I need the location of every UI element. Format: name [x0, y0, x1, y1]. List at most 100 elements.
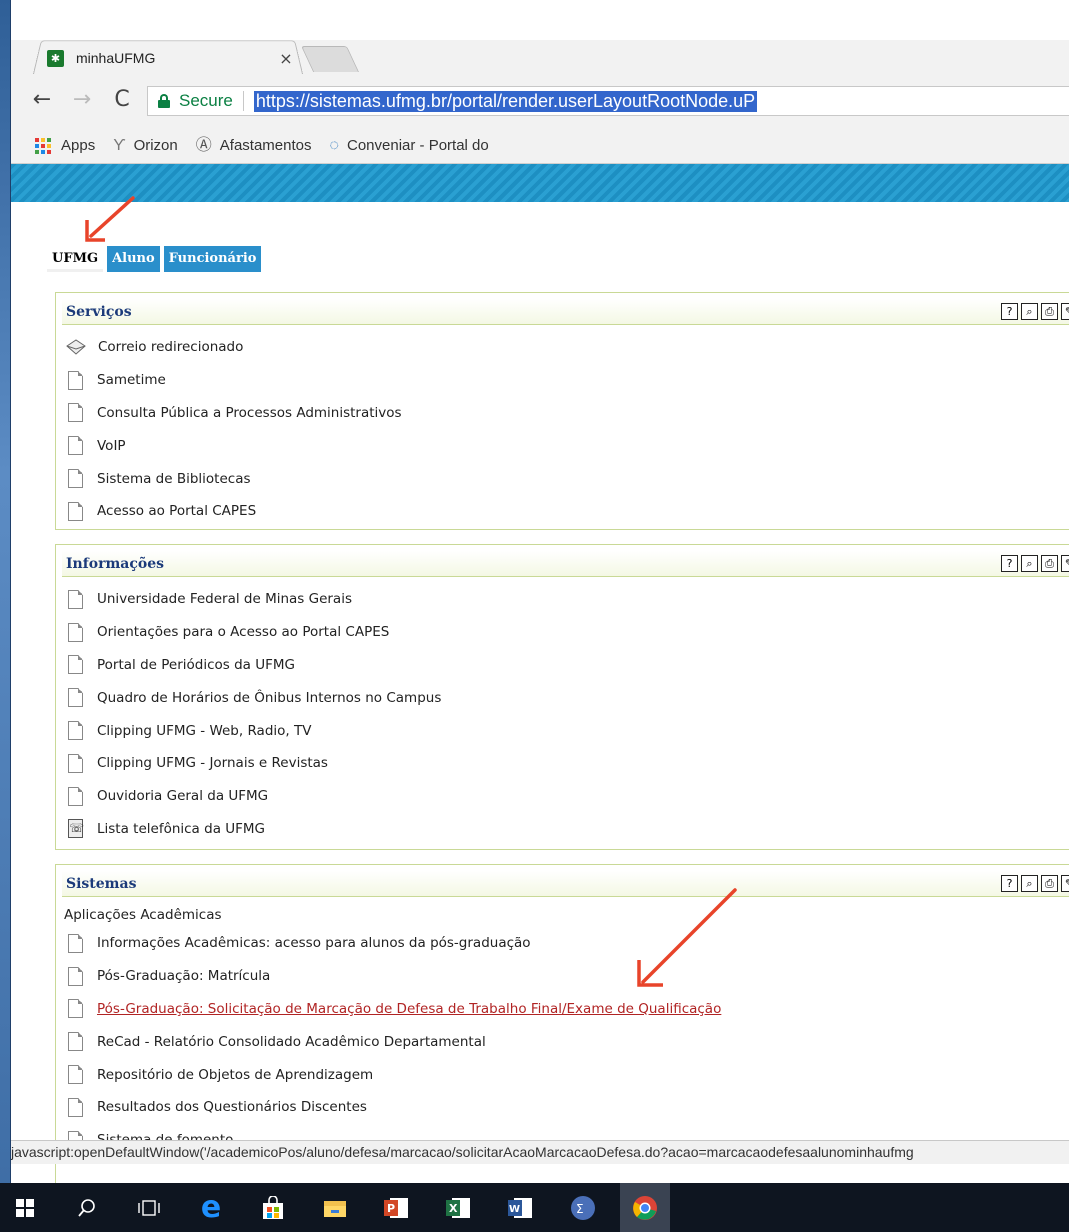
document-icon: [68, 501, 83, 521]
item-label: Consulta Pública a Processos Administrat…: [97, 404, 402, 421]
file-explorer-icon[interactable]: [310, 1183, 360, 1232]
list-item[interactable]: Informações Acadêmicas: acesso para alun…: [68, 927, 1069, 960]
portal-page: UFMG Aluno Funcionário Serviços ? ⌕ ⎙ ✎ …: [11, 164, 1069, 1183]
list-item[interactable]: Sistema de Bibliotecas: [68, 462, 1069, 495]
print-icon[interactable]: ⎙: [1041, 303, 1058, 320]
document-icon: [68, 999, 83, 1019]
channel-sistemas: Sistemas ? ⌕ ⎙ ✎ Aplicações Acadêmicas I…: [55, 864, 1069, 1183]
word-icon[interactable]: W: [496, 1183, 546, 1232]
powerpoint-icon[interactable]: P: [372, 1183, 422, 1232]
reload-icon[interactable]: C: [109, 86, 135, 114]
print-icon[interactable]: ⎙: [1041, 555, 1058, 572]
document-icon: [68, 966, 83, 986]
status-bar: javascript:openDefaultWindow('/academico…: [11, 1140, 1069, 1164]
item-label: Ouvidoria Geral da UFMG: [97, 788, 269, 805]
bookmark-label: Apps: [61, 137, 96, 154]
item-label: Clipping UFMG - Jornais e Revistas: [97, 755, 328, 772]
new-tab-button[interactable]: [300, 46, 360, 72]
item-label: Quadro de Horários de Ônibus Internos no…: [97, 689, 442, 706]
browser-tab[interactable]: ✱ minhaUFMG ×: [47, 44, 295, 72]
list-item[interactable]: Consulta Pública a Processos Administrat…: [68, 397, 1069, 430]
channel-list: Informações Acadêmicas: acesso para alun…: [56, 925, 1069, 1161]
bookmark-orizon[interactable]: ϒ Orizon: [113, 137, 178, 154]
document-icon: [68, 1032, 83, 1052]
svg-text:Σ: Σ: [576, 1202, 584, 1216]
channel-tools: ? ⌕ ⎙ ✎: [1001, 555, 1069, 572]
ufmg-favicon-icon: ✱: [47, 49, 64, 67]
item-label: Portal de Periódicos da UFMG: [97, 656, 295, 673]
list-item[interactable]: Quadro de Horários de Ônibus Internos no…: [68, 681, 1069, 714]
list-item[interactable]: Universidade Federal de Minas Gerais: [68, 583, 1069, 616]
tab-ufmg[interactable]: UFMG: [47, 246, 104, 272]
tab-funcionario[interactable]: Funcionário: [163, 246, 262, 272]
document-icon: [68, 622, 83, 642]
edge-icon[interactable]: e: [186, 1183, 236, 1232]
tab-strip: ✱ minhaUFMG ×: [11, 0, 1069, 74]
item-label: Sametime: [97, 372, 166, 389]
list-item[interactable]: Ouvidoria Geral da UFMG: [68, 780, 1069, 813]
item-label: Acesso ao Portal CAPES: [97, 503, 257, 520]
list-item[interactable]: Orientações para o Acesso ao Portal CAPE…: [68, 616, 1069, 649]
address-bar[interactable]: Secure https://sistemas.ufmg.br/portal/r…: [147, 86, 1069, 116]
tab-aluno[interactable]: Aluno: [107, 246, 160, 272]
list-item[interactable]: VoIP: [68, 429, 1069, 462]
list-item-hovered[interactable]: Pós-Graduação: Solicitação de Marcação d…: [68, 993, 1069, 1026]
conveniar-icon: ◌: [329, 136, 339, 154]
channel-list: Correio redirecionado Sametime Consulta …: [56, 325, 1069, 532]
item-label: Sistema de Bibliotecas: [97, 470, 251, 487]
help-icon[interactable]: ?: [1001, 303, 1018, 320]
annotation-arrow-icon: [85, 196, 135, 242]
search-icon[interactable]: ⌕: [1021, 875, 1038, 892]
back-arrow-icon[interactable]: ←: [29, 86, 55, 114]
desktop-background: [0, 0, 10, 1183]
list-item[interactable]: Repositório de Objetos de Aprendizagem: [68, 1058, 1069, 1091]
channel-header: Serviços ? ⌕ ⎙ ✎: [62, 299, 1069, 325]
calculator-icon[interactable]: Σ: [558, 1183, 608, 1232]
edit-icon[interactable]: ✎: [1061, 555, 1069, 572]
bookmark-conveniar[interactable]: ◌ Conveniar - Portal do: [329, 137, 488, 154]
item-label: Resultados dos Questionários Discentes: [97, 1099, 367, 1116]
bookmark-apps[interactable]: Apps: [35, 137, 95, 154]
search-icon[interactable]: [62, 1183, 112, 1232]
list-item[interactable]: Correio redirecionado: [66, 331, 1069, 364]
edit-icon[interactable]: ✎: [1061, 303, 1069, 320]
portal-banner: [11, 164, 1069, 202]
search-icon[interactable]: ⌕: [1021, 303, 1038, 320]
tab-title: minhaUFMG: [76, 50, 156, 66]
chrome-icon[interactable]: [620, 1183, 670, 1232]
forward-arrow-icon[interactable]: →: [69, 86, 95, 114]
store-icon[interactable]: [248, 1183, 298, 1232]
portal-tabs: UFMG Aluno Funcionário: [47, 246, 262, 272]
list-item[interactable]: Sametime: [68, 364, 1069, 397]
tab-close-icon[interactable]: ×: [277, 49, 295, 68]
search-icon[interactable]: ⌕: [1021, 555, 1038, 572]
edit-icon[interactable]: ✎: [1061, 875, 1069, 892]
help-icon[interactable]: ?: [1001, 555, 1018, 572]
windows-start-icon[interactable]: [0, 1183, 50, 1232]
bookmark-label: Conveniar - Portal do: [347, 137, 489, 154]
svg-text:W: W: [509, 1204, 520, 1215]
bookmark-label: Afastamentos: [219, 137, 312, 154]
list-item[interactable]: Portal de Periódicos da UFMG: [68, 649, 1069, 682]
print-icon[interactable]: ⎙: [1041, 875, 1058, 892]
svg-text:P: P: [387, 1202, 395, 1215]
list-item[interactable]: Acesso ao Portal CAPES: [68, 495, 1069, 528]
document-icon: [68, 469, 83, 489]
list-item[interactable]: ReCad - Relatório Consolidado Acadêmico …: [68, 1025, 1069, 1058]
help-icon[interactable]: ?: [1001, 875, 1018, 892]
task-view-icon[interactable]: [124, 1183, 174, 1232]
item-label: Universidade Federal de Minas Gerais: [97, 591, 352, 608]
lock-icon: [158, 94, 170, 108]
channel-informacoes: Informações ? ⌕ ⎙ ✎ Universidade Federal…: [55, 544, 1069, 850]
list-item[interactable]: Clipping UFMG - Jornais e Revistas: [68, 747, 1069, 780]
mail-icon: [66, 339, 86, 356]
list-item[interactable]: Pós-Graduação: Matrícula: [68, 960, 1069, 993]
excel-icon[interactable]: X: [434, 1183, 484, 1232]
item-link[interactable]: Pós-Graduação: Solicitação de Marcação d…: [97, 1001, 721, 1017]
list-item[interactable]: Resultados dos Questionários Discentes: [68, 1091, 1069, 1124]
list-item[interactable]: Clipping UFMG - Web, Radio, TV: [68, 714, 1069, 747]
url-text[interactable]: https://sistemas.ufmg.br/portal/render.u…: [253, 90, 758, 112]
channel-tools: ? ⌕ ⎙ ✎: [1001, 303, 1069, 320]
list-item[interactable]: ☏ Lista telefônica da UFMG: [68, 813, 1069, 846]
bookmark-afastamentos[interactable]: Ⓐ Afastamentos: [196, 137, 312, 154]
